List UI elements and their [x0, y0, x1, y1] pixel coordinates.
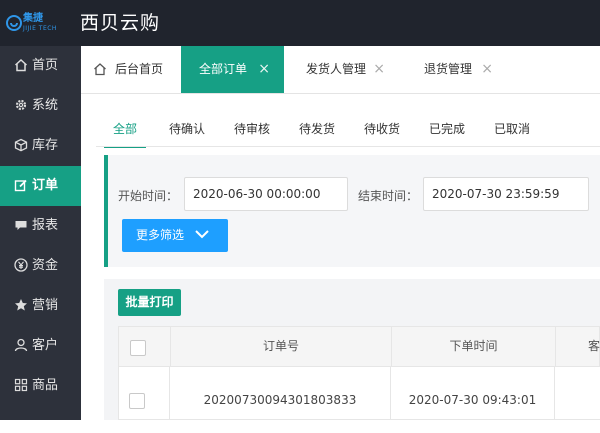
start-time-label: 开始时间： [118, 189, 179, 203]
tab-label: 后台首页 [115, 62, 164, 76]
tab-label: 退货管理 [424, 62, 473, 76]
select-column [119, 327, 171, 366]
sidebar: 首页 系统 库存 订单 报表 资金 营销 客户 商品 [0, 46, 81, 420]
sidebar-item-products[interactable]: 商品 [0, 366, 81, 406]
chevron-down-icon [195, 230, 209, 239]
gear-icon [15, 99, 27, 111]
order-time-cell: 2020-07-30 09:43:01 [391, 367, 555, 419]
order-status-tabs: 全部 待确认 待审核 待发货 待收货 已完成 已取消 [96, 112, 600, 148]
status-tab-pending-confirm[interactable]: 待确认 [162, 112, 212, 146]
sidebar-item-label: 首页 [32, 58, 59, 73]
logo-mark-icon [6, 15, 22, 31]
sidebar-item-orders[interactable]: 订单 [0, 166, 81, 206]
status-tab-pending-receive[interactable]: 待收货 [357, 112, 407, 146]
logo-text: 集捷 [23, 13, 43, 24]
top-bar: 集捷 JIJIE TECH 西贝云购 [0, 0, 600, 46]
status-tab-completed[interactable]: 已完成 [422, 112, 472, 146]
logo-subtext: JIJIE TECH [23, 25, 57, 32]
table-header: 订单号 下单时间 客 [118, 326, 600, 367]
close-icon[interactable]: × [373, 46, 385, 93]
yen-icon [14, 258, 28, 272]
filter-panel: 开始时间： 结束时间： 更多筛选 [104, 155, 600, 267]
close-icon[interactable]: × [258, 46, 270, 93]
user-icon [14, 338, 28, 352]
sidebar-item-label: 商品 [32, 378, 59, 393]
tab-home[interactable]: 后台首页 [81, 46, 182, 93]
company-logo: 集捷 JIJIE TECH [6, 13, 74, 35]
row-checkbox[interactable] [129, 393, 145, 409]
more-filters-label: 更多筛选 [136, 228, 185, 242]
sidebar-item-inventory[interactable]: 库存 [0, 126, 81, 166]
orders-table: 订单号 下单时间 客 20200730094301803833 2020-07-… [118, 326, 600, 420]
sidebar-item-label: 营销 [32, 298, 59, 313]
sidebar-item-reports[interactable]: 报表 [0, 206, 81, 246]
sidebar-item-label: 资金 [32, 258, 59, 273]
tab-bar: 后台首页 全部订单 × 发货人管理 × 退货管理 × [81, 46, 600, 94]
home-icon [94, 63, 106, 76]
star-icon [15, 299, 27, 311]
sidebar-item-label: 报表 [32, 218, 59, 233]
start-time-input[interactable] [184, 177, 348, 211]
end-time-label: 结束时间： [358, 189, 419, 203]
sidebar-item-label: 库存 [32, 138, 59, 153]
status-tab-all[interactable]: 全部 [104, 112, 146, 148]
app-title: 西贝云购 [80, 12, 161, 34]
orders-table-panel: 批量打印 订单号 下单时间 客 20200730094301803833 202… [104, 279, 600, 420]
status-tab-cancelled[interactable]: 已取消 [487, 112, 537, 146]
end-time-input[interactable] [423, 177, 589, 211]
status-tab-pending-ship[interactable]: 待发货 [292, 112, 342, 146]
column-header: 订单号 [171, 327, 392, 366]
edit-icon [14, 179, 27, 192]
order-number-cell: 20200730094301803833 [170, 367, 391, 419]
tab-all-orders[interactable]: 全部订单 × [181, 46, 284, 93]
sidebar-item-label: 客户 [32, 338, 59, 353]
tab-shipper-management[interactable]: 发货人管理 × [284, 46, 397, 93]
home-icon [14, 58, 28, 72]
cube-icon [14, 138, 28, 152]
sidebar-item-home[interactable]: 首页 [0, 46, 81, 86]
select-all-checkbox[interactable] [130, 340, 146, 356]
status-tab-pending-review[interactable]: 待审核 [227, 112, 277, 146]
divider [96, 146, 600, 147]
sidebar-item-system[interactable]: 系统 [0, 86, 81, 126]
tab-label: 发货人管理 [306, 62, 367, 76]
sidebar-item-label: 系统 [32, 98, 59, 113]
sidebar-item-label: 订单 [32, 178, 59, 193]
table-row: 20200730094301803833 2020-07-30 09:43:01 [118, 367, 600, 420]
grid-icon [14, 378, 28, 392]
tab-return-management[interactable]: 退货管理 × [397, 46, 507, 93]
sidebar-item-customers[interactable]: 客户 [0, 326, 81, 366]
column-header: 下单时间 [392, 327, 556, 366]
select-cell [119, 367, 170, 419]
more-filters-button[interactable]: 更多筛选 [122, 219, 228, 252]
chat-icon [15, 221, 27, 230]
column-header: 客 [588, 339, 600, 353]
sidebar-item-marketing[interactable]: 营销 [0, 286, 81, 326]
close-icon[interactable]: × [481, 46, 493, 93]
tab-label: 全部订单 [199, 62, 248, 76]
sidebar-item-funds[interactable]: 资金 [0, 246, 81, 286]
batch-print-button[interactable]: 批量打印 [118, 289, 181, 316]
